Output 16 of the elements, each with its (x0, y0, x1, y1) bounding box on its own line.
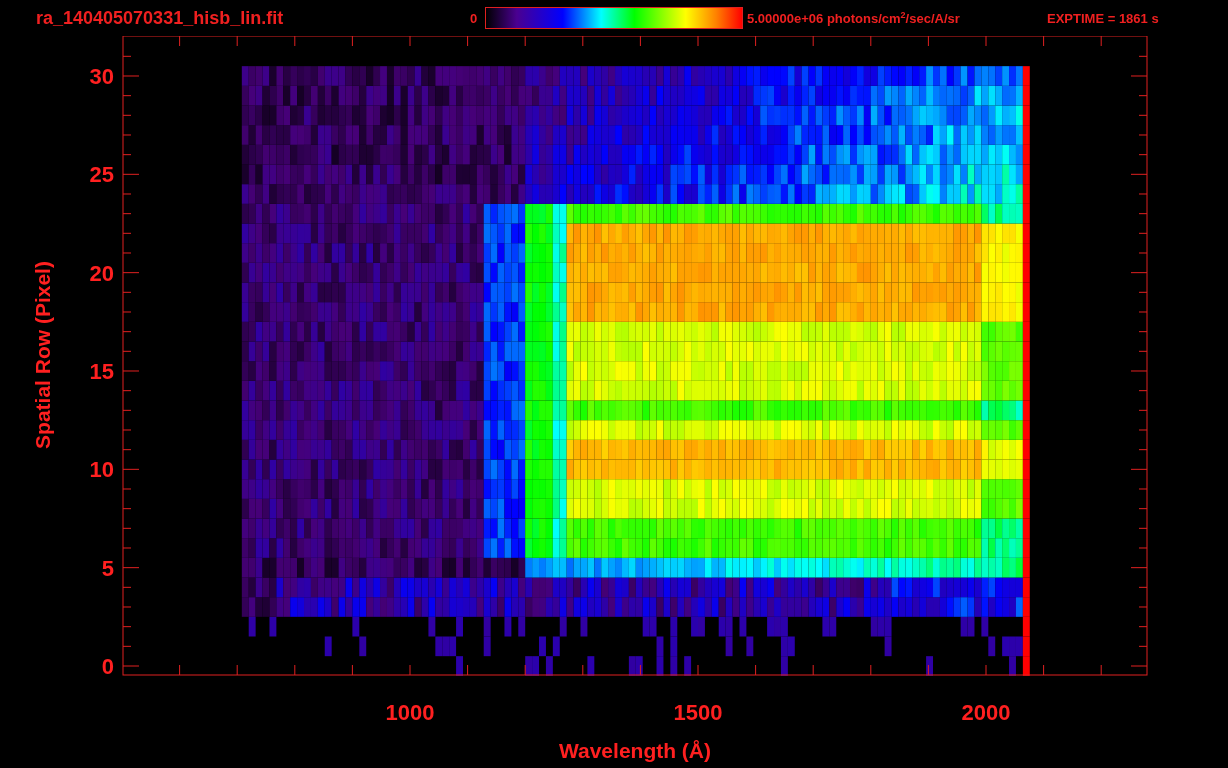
exposure-time: EXPTIME = 1861 s (1047, 10, 1159, 26)
file-name: ra_140405070331_hisb_lin.fit (36, 7, 285, 29)
y-tick-label: 5 (101, 555, 114, 581)
x-tick-label: 1500 (673, 700, 723, 725)
colorbar-max-label: 5.00000e+06 photons/cm$^{2}$/sec/A/sr (747, 9, 961, 27)
x-tick-label: 2000 (961, 700, 1011, 725)
y-tick-label: 25 (89, 162, 114, 188)
x-tick-label: 1000 (385, 700, 435, 725)
y-axis-title: Spatial Row (Pixel) (31, 261, 54, 449)
y-tick-label: 15 (89, 359, 114, 384)
colorbar-min-label: 0 (470, 10, 479, 26)
y-tick-label: 0 (101, 654, 114, 679)
y-tick-label: 30 (89, 64, 114, 89)
x-axis-title: Wavelength (Å) (558, 739, 712, 762)
y-tick-label: 10 (89, 457, 114, 483)
y-tick-label: 20 (89, 260, 114, 286)
